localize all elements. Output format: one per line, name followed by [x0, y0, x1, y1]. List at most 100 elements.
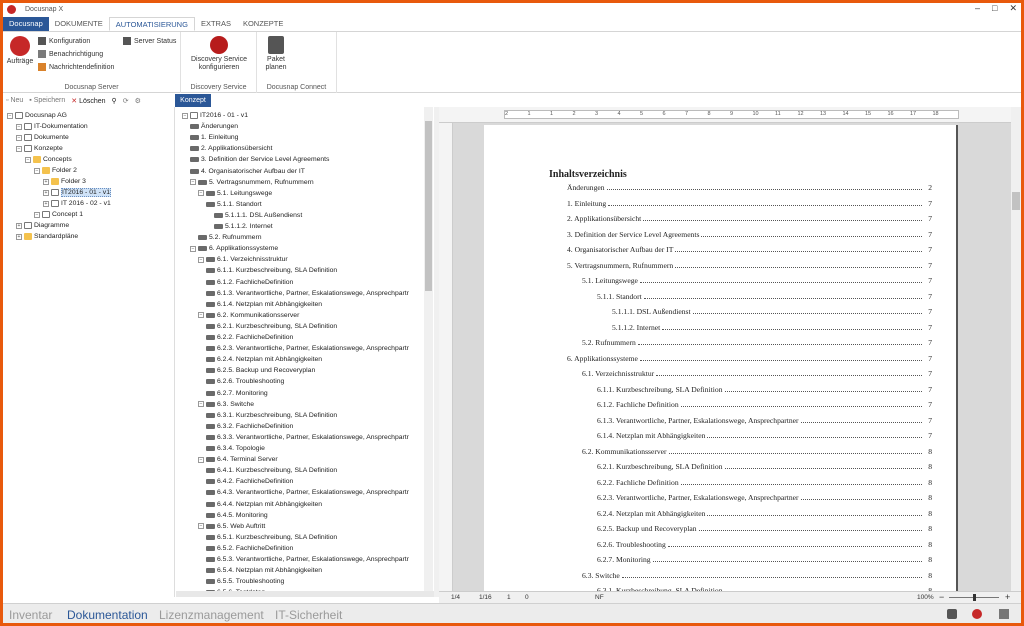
toc-entry[interactable]: 6. Applikationssysteme 7 [567, 354, 932, 363]
expand-toggle-icon[interactable]: − [25, 156, 31, 163]
tree-item[interactable]: − Concepts [25, 154, 72, 165]
tree-item[interactable]: − Dokumente [16, 132, 69, 143]
toc-entry[interactable]: 5. Vertragsnummern, Rufnummern 7 [567, 261, 932, 270]
expand-toggle-icon[interactable]: + [43, 200, 49, 207]
toc-entry[interactable]: 5.1. Leitungswege 7 [582, 276, 932, 285]
zoom-slider[interactable] [949, 594, 999, 601]
expand-toggle-icon[interactable]: − [16, 134, 22, 141]
structure-item[interactable]: − 6. Applikationssysteme [190, 243, 278, 254]
tree-item[interactable]: − IT-Dokumentation [16, 121, 88, 132]
expand-toggle-icon[interactable]: − [34, 211, 40, 218]
structure-item[interactable]: 6.1.4. Netzplan mit Abhängigkeiten [206, 299, 322, 310]
toc-entry[interactable]: 3. Definition der Service Level Agreemen… [567, 230, 932, 239]
save-button[interactable]: ▪ Speichern [29, 97, 65, 104]
tree-item[interactable]: + Standardpläne [16, 231, 78, 242]
structure-item[interactable]: − 6.1. Verzeichnisstruktur [198, 254, 288, 265]
structure-item[interactable]: 6.2.4. Netzplan mit Abhängigkeiten [206, 354, 322, 365]
toc-entry[interactable]: 6.1.4. Netzplan mit Abhängigkeiten 7 [597, 431, 932, 440]
structure-item[interactable]: 6.2.6. Troubleshooting [206, 376, 284, 387]
server-status-button[interactable]: Server Status [123, 37, 176, 45]
expand-toggle-icon[interactable]: − [198, 190, 204, 197]
toc-entry[interactable]: 6.2.7. Monitoring 8 [597, 555, 932, 564]
structure-item[interactable]: 6.2.3. Verantwortliche, Partner, Eskalat… [206, 343, 409, 354]
tab-konzept[interactable]: Konzept [175, 94, 211, 107]
expand-toggle-icon[interactable]: − [190, 179, 196, 186]
structure-item[interactable]: 5.1.1.1. DSL Außendienst [214, 210, 302, 221]
structure-item[interactable]: 6.3.3. Verantwortliche, Partner, Eskalat… [206, 432, 409, 443]
structure-item[interactable]: 6.4.5. Monitoring [206, 510, 268, 521]
document-scrollbar-thumb[interactable] [1012, 192, 1020, 210]
tab-docusnap[interactable]: Docusnap [3, 17, 49, 31]
structure-item[interactable]: 6.5.1. Kurzbeschreibung, SLA Definition [206, 532, 337, 543]
tree-item[interactable]: − Konzepte [16, 143, 63, 154]
structure-item[interactable]: 6.4.4. Netzplan mit Abhängigkeiten [206, 499, 322, 510]
structure-item[interactable]: 6.5.3. Verantwortliche, Partner, Eskalat… [206, 554, 409, 565]
tree-item[interactable]: − Folder 2 [34, 165, 77, 176]
structure-item[interactable]: 6.4.2. FachlicheDefinition [206, 476, 293, 487]
structure-item[interactable]: − 5. Vertragsnummern, Rufnummern [190, 177, 314, 188]
expand-toggle-icon[interactable]: + [43, 178, 49, 185]
expand-toggle-icon[interactable]: − [198, 456, 204, 463]
structure-item[interactable]: − 5.1. Leitungswege [198, 188, 272, 199]
toc-entry[interactable]: 2. Applikationsübersicht 7 [567, 214, 932, 223]
tree-item[interactable]: − Concept 1 [34, 209, 83, 220]
structure-item[interactable]: 3. Definition der Service Level Agreemen… [190, 154, 329, 165]
auftraege-button[interactable]: Aufträge [5, 36, 35, 66]
toc-entry[interactable]: 6.1.2. Fachliche Definition 7 [597, 400, 932, 409]
structure-item[interactable]: − 6.2. Kommunikationsserver [198, 310, 299, 321]
expand-toggle-icon[interactable]: − [7, 112, 13, 119]
structure-item[interactable]: − 6.5. Web Auftritt [198, 521, 265, 532]
toc-entry[interactable]: 5.1.1.1. DSL Außendienst 7 [612, 307, 932, 316]
toc-entry[interactable]: 6.2. Kommunikationsserver 8 [582, 447, 932, 456]
structure-item[interactable]: 2. Applikationsübersicht [190, 143, 272, 154]
close-button[interactable]: ✕ [1009, 3, 1017, 14]
structure-item[interactable]: 6.4.1. Kurzbeschreibung, SLA Definition [206, 465, 337, 476]
document-scrollbar[interactable] [1011, 107, 1021, 591]
structure-item[interactable]: − IT2016 - 01 - v1 [182, 110, 248, 121]
maximize-button[interactable]: □ [992, 3, 997, 14]
tree-item[interactable]: + IT 2016 - 02 - v1 [43, 198, 111, 209]
expand-toggle-icon[interactable]: + [43, 189, 49, 196]
structure-item[interactable]: 6.2.2. FachlicheDefinition [206, 332, 293, 343]
toc-entry[interactable]: 4. Organisatorischer Aufbau der IT 7 [567, 245, 932, 254]
structure-item[interactable]: 6.3.4. Topologie [206, 443, 265, 454]
expand-toggle-icon[interactable]: + [16, 222, 22, 229]
expand-toggle-icon[interactable]: − [198, 401, 204, 408]
tab-extras[interactable]: EXTRAS [195, 17, 237, 31]
expand-toggle-icon[interactable]: − [198, 256, 204, 263]
benachrichtigung-button[interactable]: Benachrichtigung [38, 50, 103, 58]
toc-entry[interactable]: 6.3. Switche 8 [582, 571, 932, 580]
structure-item[interactable]: Änderungen [190, 121, 238, 132]
scrollbar-thumb[interactable] [425, 121, 432, 291]
module-tab-lizenzmanagement[interactable]: Lizenzmanagement [159, 608, 264, 622]
module-tab-itsicherheit[interactable]: IT-Sicherheit [275, 608, 342, 622]
toc-entry[interactable]: 6.2.3. Verantwortliche, Partner, Eskalat… [597, 493, 932, 502]
expand-toggle-icon[interactable]: − [198, 523, 204, 530]
structure-item[interactable]: − 6.4. Terminal Server [198, 454, 278, 465]
structure-item[interactable]: 6.5.4. Netzplan mit Abhängigkeiten [206, 565, 322, 576]
toc-entry[interactable]: 6.2.1. Kurzbeschreibung, SLA Definition 8 [597, 462, 932, 471]
zoom-slider-knob[interactable] [972, 594, 976, 601]
discovery-status-icon[interactable] [972, 609, 982, 619]
search-icon[interactable]: ⚲ [112, 97, 117, 105]
structure-item[interactable]: 6.2.1. Kurzbeschreibung, SLA Definition [206, 321, 337, 332]
tree-item[interactable]: + Diagramme [16, 220, 69, 231]
structure-item[interactable]: 5.2. Rufnummern [198, 232, 262, 243]
tab-automatisierung[interactable]: AUTOMATISIERUNG [108, 17, 195, 31]
expand-toggle-icon[interactable]: − [182, 112, 188, 119]
structure-item[interactable]: 4. Organisatorischer Aufbau der IT [190, 166, 305, 177]
zoom-out-button[interactable]: − [939, 592, 944, 602]
konfiguration-button[interactable]: Konfiguration [38, 37, 90, 45]
toc-entry[interactable]: 6.2.4. Netzplan mit Abhängigkeiten 8 [597, 509, 932, 518]
zoom-in-button[interactable]: + [1005, 592, 1010, 602]
structure-item[interactable]: 6.1.3. Verantwortliche, Partner, Eskalat… [206, 288, 409, 299]
refresh-icon[interactable]: ⟳ [123, 97, 129, 105]
concept-tree-hscroll[interactable] [176, 591, 434, 597]
toc-entry[interactable]: 6.1.3. Verantwortliche, Partner, Eskalat… [597, 416, 932, 425]
toc-entry[interactable]: 5.1.1. Standort 7 [597, 292, 932, 301]
toc-entry[interactable]: 6.2.2. Fachliche Definition 8 [597, 478, 932, 487]
settings-icon[interactable]: ⚙ [135, 97, 141, 105]
concept-tree-scrollbar[interactable] [424, 107, 433, 591]
module-tab-inventar[interactable]: Inventar [9, 608, 52, 622]
structure-item[interactable]: 6.5.5. Troubleshooting [206, 576, 284, 587]
